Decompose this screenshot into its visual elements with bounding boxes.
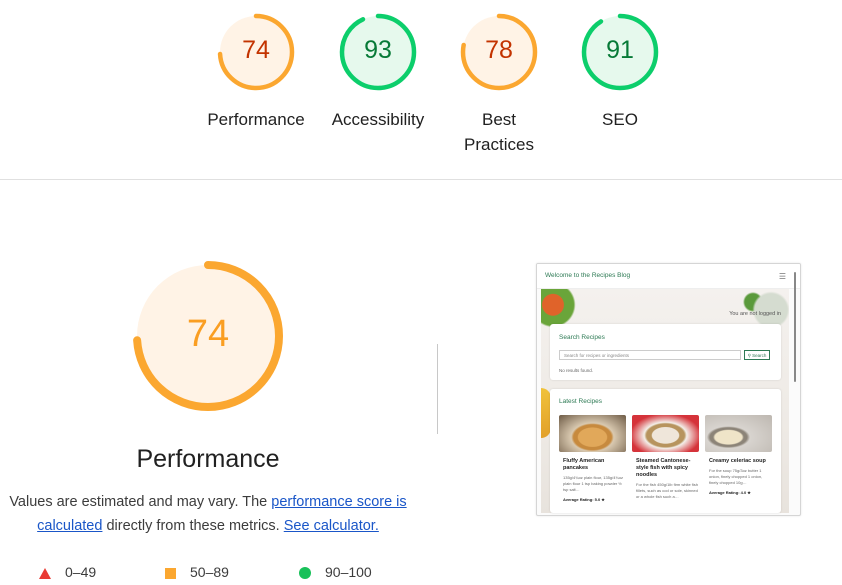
latest-title: Latest Recipes [559, 398, 602, 405]
recipe-rating: Average Rating: 4.0 ★ [709, 490, 751, 495]
performance-description: Values are estimated and may vary. The p… [0, 490, 416, 538]
search-button[interactable]: ⚲ Search [744, 350, 770, 360]
gauge-label: Best Practices [464, 110, 534, 154]
gauge-score: 91 [606, 36, 634, 64]
gauge-seo[interactable]: 91 SEO [570, 12, 670, 132]
gauge-accessibility[interactable]: 93 Accessibility [318, 12, 438, 132]
recipe-ingredients: 135g/4¾oz plain flour, 135g/4¾oz plain f… [563, 475, 624, 492]
legend-fail: 0–49 [39, 561, 96, 583]
hamburger-icon[interactable]: ☰ [779, 272, 786, 281]
login-status: You are not logged in [729, 311, 781, 317]
search-card: Search Recipes Search for recipes or ing… [550, 324, 781, 380]
recipe-card[interactable]: Creamy celeriac soup For the soup 75g/3o… [705, 415, 772, 495]
gauge-label: SEO [602, 110, 638, 129]
section-divider [0, 179, 842, 180]
recipe-name: Creamy celeriac soup [709, 458, 766, 464]
site-brand[interactable]: Welcome to the Recipes Blog [545, 272, 630, 279]
recipe-card[interactable]: Fluffy American pancakes 135g/4¾oz plain… [559, 415, 626, 502]
search-input[interactable]: Search for recipes or ingredients [559, 350, 741, 360]
pancakes-image [559, 415, 626, 452]
legend-range: 0–49 [65, 564, 97, 580]
recipe-rating: Average Rating: 5.0 ★ [563, 497, 605, 502]
gauge-label: Accessibility [331, 110, 425, 129]
latest-recipes-card: Latest Recipes Fluffy American pancakes … [550, 389, 781, 513]
gauge-best-practices[interactable]: 78 Best Practices [449, 12, 549, 157]
description-text: directly from these metrics. [102, 518, 284, 534]
recipe-card[interactable]: Steamed Cantonese-style fish with spicy … [632, 415, 699, 500]
triangle-icon [39, 567, 51, 579]
legend-average: 50–89 [165, 561, 229, 583]
legend-range: 90–100 [325, 564, 372, 580]
performance-title: Performance [136, 445, 280, 473]
gauge-score: 93 [364, 36, 392, 64]
page-screenshot[interactable]: You are not logged in Search Recipes Sea… [536, 263, 801, 516]
search-button-label: Search [752, 353, 767, 358]
fish-image [632, 415, 699, 452]
search-title: Search Recipes [559, 334, 605, 341]
gauge-performance[interactable]: 74 Performance [196, 12, 316, 132]
circle-icon [299, 567, 311, 580]
performance-gauge: 74 [131, 259, 285, 413]
legend-pass: 90–100 [299, 561, 372, 583]
recipe-name: Fluffy American pancakes [563, 458, 605, 471]
vertical-separator [437, 344, 438, 434]
recipe-ingredients: For the fish 450g/1lb firm white fish fi… [636, 482, 699, 499]
hero-image: You are not logged in Search Recipes Sea… [541, 288, 789, 513]
scrollbar[interactable] [794, 272, 796, 382]
gauge-score: 74 [242, 36, 270, 64]
no-results: No results found. [559, 368, 594, 373]
gauge-label: Performance [207, 110, 305, 129]
square-icon [165, 567, 176, 579]
gauge-score: 78 [485, 36, 513, 64]
description-text: Values are estimated and may vary. The [9, 494, 272, 510]
recipe-name: Steamed Cantonese-style fish with spicy … [636, 458, 691, 478]
recipe-ingredients: For the soup 75g/3oz butter 1 onion, fin… [709, 468, 763, 485]
see-calculator-link[interactable]: See calculator. [284, 518, 379, 534]
legend-range: 50–89 [190, 564, 229, 580]
soup-image [705, 415, 772, 452]
site-header: Welcome to the Recipes Blog ☰ [537, 264, 800, 289]
performance-score: 74 [186, 313, 230, 355]
